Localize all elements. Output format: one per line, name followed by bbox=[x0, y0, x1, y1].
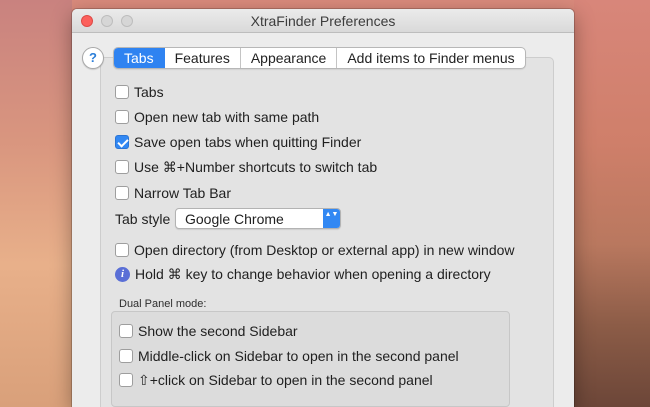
preferences-window: XtraFinder Preferences ? Tabs Features A… bbox=[72, 9, 574, 407]
desktop-wallpaper-left bbox=[0, 0, 72, 407]
tab-bar: Tabs Features Appearance Add items to Fi… bbox=[113, 47, 526, 69]
desktop-wallpaper-right bbox=[574, 0, 650, 407]
tab-style-label: Tab style bbox=[115, 211, 171, 227]
open-new-tab-checkbox[interactable] bbox=[115, 110, 129, 124]
show-second-sidebar-label: Show the second Sidebar bbox=[138, 323, 298, 339]
dual-panel-heading: Dual Panel mode: bbox=[119, 298, 207, 310]
tab-appearance[interactable]: Appearance bbox=[241, 48, 338, 68]
tab-style-select[interactable]: Google Chrome ▲▼ bbox=[175, 208, 341, 229]
info-note: i Hold ⌘ key to change behavior when ope… bbox=[115, 265, 491, 283]
cmd-number-checkbox[interactable] bbox=[115, 160, 129, 174]
option-middle-click-sidebar[interactable]: Middle-click on Sidebar to open in the s… bbox=[119, 347, 459, 365]
option-shift-click-sidebar[interactable]: ⇧+click on Sidebar to open in the second… bbox=[119, 371, 433, 389]
narrow-tab-bar-checkbox[interactable] bbox=[115, 186, 129, 200]
shift-click-label: ⇧+click on Sidebar to open in the second… bbox=[138, 371, 433, 388]
save-open-tabs-checkbox[interactable] bbox=[115, 135, 129, 149]
info-text: Hold ⌘ key to change behavior when openi… bbox=[135, 265, 491, 282]
option-open-directory[interactable]: Open directory (from Desktop or external… bbox=[115, 241, 515, 259]
option-save-open-tabs[interactable]: Save open tabs when quitting Finder bbox=[115, 133, 361, 151]
title-bar[interactable]: XtraFinder Preferences bbox=[72, 9, 574, 33]
option-open-new-tab[interactable]: Open new tab with same path bbox=[115, 108, 319, 126]
tabs-label: Tabs bbox=[134, 84, 164, 100]
open-new-tab-label: Open new tab with same path bbox=[134, 109, 320, 125]
cmd-number-label: Use ⌘+Number shortcuts to switch tab bbox=[134, 158, 378, 175]
save-open-tabs-label: Save open tabs when quitting Finder bbox=[134, 134, 362, 150]
option-cmd-number-shortcuts[interactable]: Use ⌘+Number shortcuts to switch tab bbox=[115, 158, 377, 176]
open-directory-checkbox[interactable] bbox=[115, 243, 129, 257]
shift-click-checkbox[interactable] bbox=[119, 373, 133, 387]
option-tabs[interactable]: Tabs bbox=[115, 83, 164, 101]
help-button[interactable]: ? bbox=[82, 47, 104, 69]
info-icon: i bbox=[115, 266, 130, 282]
middle-click-label: Middle-click on Sidebar to open in the s… bbox=[138, 348, 459, 364]
tab-add-items-to-finder-menus[interactable]: Add items to Finder menus bbox=[337, 48, 524, 68]
select-arrows-icon: ▲▼ bbox=[323, 209, 340, 228]
window-title: XtraFinder Preferences bbox=[250, 13, 396, 29]
middle-click-checkbox[interactable] bbox=[119, 349, 133, 363]
tabs-checkbox[interactable] bbox=[115, 85, 129, 99]
tab-features[interactable]: Features bbox=[165, 48, 241, 68]
tab-tabs[interactable]: Tabs bbox=[114, 48, 165, 68]
option-show-second-sidebar[interactable]: Show the second Sidebar bbox=[119, 322, 298, 340]
option-narrow-tab-bar[interactable]: Narrow Tab Bar bbox=[115, 184, 231, 202]
show-second-sidebar-checkbox[interactable] bbox=[119, 324, 133, 338]
narrow-tab-bar-label: Narrow Tab Bar bbox=[134, 185, 232, 201]
open-directory-label: Open directory (from Desktop or external… bbox=[134, 242, 515, 258]
tab-style-value: Google Chrome bbox=[185, 211, 284, 227]
